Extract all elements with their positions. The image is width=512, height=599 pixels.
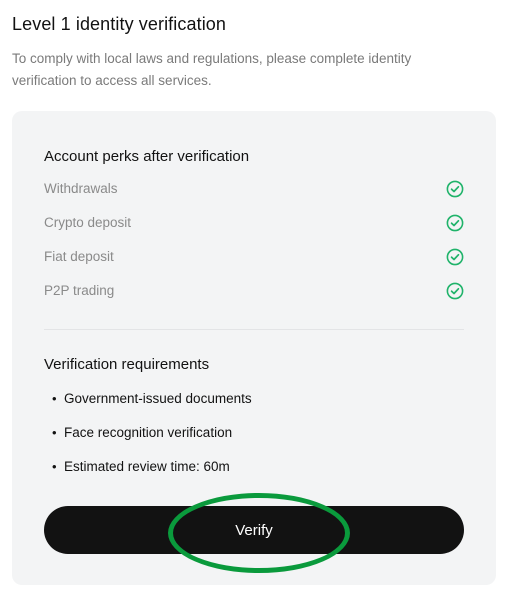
perk-label: Crypto deposit xyxy=(44,215,132,230)
perk-label: Fiat deposit xyxy=(44,249,114,264)
verification-card: Account perks after verification Withdra… xyxy=(12,111,496,585)
requirement-label: Estimated review time: 60m xyxy=(64,459,230,474)
verify-button[interactable]: Verify xyxy=(44,506,464,554)
requirement-label: Face recognition verification xyxy=(64,425,233,440)
bullet-icon: • xyxy=(52,459,57,474)
page-subtitle: To comply with local laws and regulation… xyxy=(12,51,412,88)
bullet-icon: • xyxy=(52,425,57,440)
requirements-heading: Verification requirements xyxy=(44,356,210,373)
requirement-item: • Estimated review time: 60m xyxy=(52,459,230,479)
perk-label: P2P trading xyxy=(44,283,115,298)
perks-heading: Account perks after verification xyxy=(44,148,250,165)
perk-item-withdrawals: Withdrawals xyxy=(44,179,464,201)
requirement-item: • Face recognition verification xyxy=(52,425,232,445)
perk-item-fiat-deposit: Fiat deposit xyxy=(44,247,464,269)
requirement-item: • Government-issued documents xyxy=(52,391,252,411)
perk-label: Withdrawals xyxy=(44,181,118,196)
perk-item-crypto-deposit: Crypto deposit xyxy=(44,213,464,235)
check-circle-icon xyxy=(446,282,464,300)
check-circle-icon xyxy=(446,180,464,198)
requirement-label: Government-issued documents xyxy=(64,391,252,406)
page-title: Level 1 identity verification xyxy=(12,14,227,34)
section-divider xyxy=(44,329,464,330)
bullet-icon: • xyxy=(52,391,57,406)
check-circle-icon xyxy=(446,248,464,266)
check-circle-icon xyxy=(446,214,464,232)
perk-item-p2p-trading: P2P trading xyxy=(44,281,464,303)
